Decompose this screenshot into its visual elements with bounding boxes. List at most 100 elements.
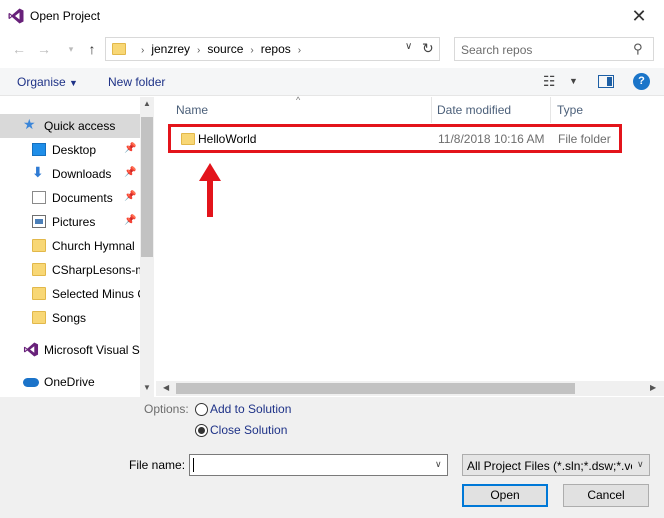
close-button[interactable]: ✕ (622, 4, 656, 28)
file-list: ^ Name Date modified Type HelloWorld 11/… (156, 95, 664, 382)
close-solution-radio[interactable] (195, 424, 208, 437)
sidebar-item-label: Desktop (52, 143, 97, 157)
sidebar-item-documents[interactable]: Documents 📌 (0, 186, 140, 210)
organise-button[interactable]: Organise ▼ (17, 75, 78, 89)
caret-down-icon[interactable]: ▼ (569, 76, 578, 86)
sidebar-item-label: Downloads (52, 167, 112, 181)
red-annotation-arrow-icon (199, 163, 221, 217)
sidebar-item-church-hymnal[interactable]: Church Hymnal (0, 234, 140, 258)
pin-icon: 📌 (124, 143, 137, 154)
navigation-scrollbar[interactable]: ▲ ▼ (140, 97, 154, 397)
file-type: File folder (558, 132, 611, 146)
desktop-icon (32, 143, 46, 156)
organise-label: Organise (17, 75, 66, 89)
dialog-footer: Options: Add to Solution Close Solution … (0, 397, 664, 518)
add-to-solution-radio[interactable] (195, 403, 208, 416)
scroll-down-icon[interactable]: ▼ (143, 383, 151, 392)
sidebar-item-label: Microsoft Visual S (44, 343, 140, 357)
forward-button[interactable]: → (35, 38, 53, 60)
folder-icon (32, 239, 46, 252)
chevron-right-icon: › (250, 45, 254, 56)
scroll-left-icon[interactable]: ◀ (163, 383, 169, 392)
visual-studio-icon (23, 342, 39, 357)
breadcrumb-item[interactable]: source (207, 42, 243, 56)
sidebar-item-csharplesons[interactable]: CSharpLesons-m (0, 258, 140, 282)
window-title: Open Project (30, 9, 101, 23)
picture-icon (32, 215, 46, 228)
sidebar-item-label: Pictures (52, 215, 96, 229)
breadcrumb: › jenzrey › source › repos › (134, 42, 308, 56)
caret-down-icon: ▼ (69, 78, 78, 88)
scrollbar-thumb[interactable] (141, 117, 153, 257)
file-name-label: File name: (129, 458, 186, 472)
chevron-right-icon: › (297, 45, 302, 56)
file-list-scrollbar[interactable]: ◀ ▶ (156, 381, 664, 396)
sidebar-item-label: Selected Minus C (52, 287, 140, 301)
file-type-filter[interactable]: All Project Files (*.sln;*.dsw;*.vc ∨ (462, 454, 650, 476)
cloud-icon (23, 378, 39, 387)
new-folder-button[interactable]: New folder (108, 75, 165, 89)
column-divider[interactable] (431, 97, 432, 123)
scroll-right-icon[interactable]: ▶ (650, 383, 656, 392)
breadcrumb-item[interactable]: repos (261, 42, 291, 56)
close-icon: ✕ (631, 6, 647, 26)
download-icon: ⬇ (32, 164, 44, 180)
search-input[interactable]: Search repos ⚲ (454, 37, 654, 61)
recent-locations-button[interactable]: ▾ (62, 38, 80, 60)
chevron-down-icon[interactable]: ∨ (435, 459, 442, 470)
up-button[interactable]: ↑ (83, 38, 101, 60)
folder-icon (32, 287, 46, 300)
sidebar-item-label: Documents (52, 191, 113, 205)
column-header-type[interactable]: Type (557, 97, 583, 123)
folder-icon (112, 43, 126, 55)
chevron-down-icon[interactable]: ∨ (405, 41, 412, 52)
pin-icon: 📌 (124, 191, 137, 202)
folder-icon (32, 311, 46, 324)
sort-ascending-icon: ^ (296, 95, 301, 105)
cancel-button[interactable]: Cancel (563, 484, 649, 507)
navigation-bar: ← → ▾ ↑ › jenzrey › source › repos › ∨ ↻ Searc… (0, 34, 664, 64)
breadcrumb-item[interactable]: jenzrey (151, 42, 190, 56)
sidebar-item-label: Songs (52, 311, 87, 325)
back-button[interactable]: ← (10, 38, 28, 60)
sidebar-item-downloads[interactable]: ⬇ Downloads 📌 (0, 162, 140, 186)
chevron-down-icon: ∨ (637, 459, 644, 469)
scrollbar-thumb[interactable] (176, 383, 575, 394)
sidebar-item-label: CSharpLesons-m (52, 263, 140, 277)
sidebar-item-label: Church Hymnal (52, 239, 135, 253)
scroll-up-icon[interactable]: ▲ (143, 99, 151, 108)
sidebar-item-desktop[interactable]: Desktop 📌 (0, 138, 140, 162)
pin-icon: 📌 (124, 215, 137, 226)
search-placeholder: Search repos (461, 43, 533, 57)
sidebar-item-onedrive[interactable]: OneDrive (0, 370, 140, 394)
sidebar-item-quick-access[interactable]: ★ Quick access (0, 114, 140, 138)
view-options-icon[interactable]: ☷ (543, 73, 556, 90)
column-divider[interactable] (550, 97, 551, 123)
file-type-filter-value: All Project Files (*.sln;*.dsw;*.vc (467, 459, 632, 473)
file-date-modified: 11/8/2018 10:16 AM (438, 132, 545, 146)
title-bar: Open Project ✕ (0, 0, 664, 32)
preview-pane-icon[interactable] (598, 75, 614, 88)
sidebar-item-pictures[interactable]: Pictures 📌 (0, 210, 140, 234)
column-header-date-modified[interactable]: Date modified (437, 97, 511, 123)
folder-icon (181, 133, 195, 145)
folder-icon (32, 263, 46, 276)
file-name: HelloWorld (198, 132, 257, 146)
open-button[interactable]: Open (462, 484, 548, 507)
column-header-name[interactable]: Name (176, 97, 208, 123)
sidebar-item-songs[interactable]: Songs (0, 306, 140, 330)
sidebar-item-selected-minus[interactable]: Selected Minus C (0, 282, 140, 306)
address-bar[interactable]: › jenzrey › source › repos › ∨ ↻ (105, 37, 440, 61)
help-icon[interactable]: ? (633, 73, 650, 90)
file-name-field[interactable]: ∨ (189, 454, 448, 476)
refresh-icon[interactable]: ↻ (422, 40, 434, 57)
add-to-solution-label[interactable]: Add to Solution (210, 402, 291, 416)
sidebar-item-visual-studio[interactable]: Microsoft Visual S (0, 338, 140, 362)
star-icon: ★ (23, 116, 36, 132)
options-label: Options: (144, 402, 189, 416)
table-row[interactable]: HelloWorld 11/8/2018 10:16 AM File folde… (168, 124, 622, 153)
close-solution-label[interactable]: Close Solution (210, 423, 287, 437)
sidebar-item-label: OneDrive (44, 375, 95, 389)
visual-studio-logo-icon (8, 8, 24, 24)
chevron-right-icon: › (141, 45, 145, 56)
